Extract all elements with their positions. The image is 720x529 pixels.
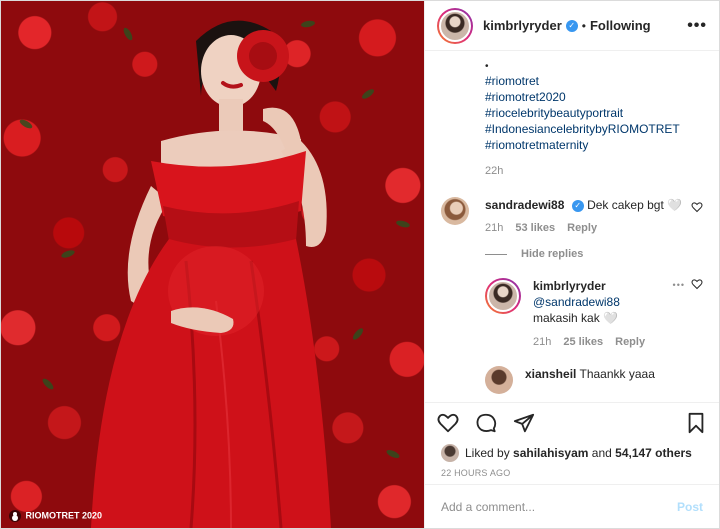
comment-likes[interactable]: 53 likes: [515, 222, 555, 234]
author-username[interactable]: kimbrlyryder: [483, 18, 562, 33]
reply-time: 21h: [533, 336, 552, 348]
likes-summary: Liked by sahilahisyam and 54,147 others: [425, 442, 719, 462]
reply-author-avatar[interactable]: [485, 366, 513, 394]
post-timestamp[interactable]: 22 HOURS AGO: [425, 462, 719, 484]
likes-prefix: Liked by: [465, 446, 510, 460]
photo-watermark: RIOMOTRET 2020: [9, 510, 102, 522]
comment-time: 21h: [485, 222, 504, 234]
comment-bubble-icon[interactable]: [473, 410, 499, 436]
reply-button[interactable]: Reply: [615, 336, 645, 348]
reply-likes[interactable]: 25 likes: [563, 336, 603, 348]
comment-username[interactable]: sandradewi88: [485, 198, 564, 212]
reply-item: kimbrlyryder @sandradewi88 makasih kak 🤍…: [485, 278, 703, 348]
header-separator: •: [581, 18, 586, 33]
liker-avatar[interactable]: [441, 444, 459, 462]
commenter-avatar[interactable]: [441, 197, 469, 225]
reply-username[interactable]: kimbrlyryder: [533, 279, 606, 293]
hashtag-link[interactable]: #riomotret2020: [485, 89, 703, 105]
comment-item: sandradewi88 ✓ Dek cakep bgt 🤍 21h 53 li…: [441, 197, 703, 234]
author-avatar[interactable]: [437, 7, 473, 44]
share-paper-plane-icon[interactable]: [511, 410, 537, 436]
save-bookmark-icon[interactable]: [683, 410, 709, 436]
more-options-icon[interactable]: •••: [687, 17, 707, 35]
hashtag-link[interactable]: #riomotret: [485, 73, 703, 89]
caption-timestamp: 22h: [485, 165, 504, 177]
reply-text: Thaankk yaaa: [579, 367, 655, 381]
likes-count[interactable]: 54,147 others: [615, 446, 692, 460]
reply-item: xiansheil Thaankk yaaa: [485, 366, 703, 394]
liker-username[interactable]: sahilahisyam: [513, 446, 588, 460]
likes-middle: and: [591, 446, 612, 460]
comments-list[interactable]: • #riomotret #riomotret2020 #riocelebrit…: [425, 51, 719, 402]
hashtag-link[interactable]: #IndonesiancelebritybyRIOMOTRET: [485, 121, 703, 137]
post-details-panel: kimbrlyryder ✓ • Following ••• • #riomot…: [424, 1, 719, 528]
like-reply-heart-icon[interactable]: [691, 278, 703, 290]
add-comment-input[interactable]: [441, 499, 677, 514]
photo-watermark-text: RIOMOTRET 2020: [25, 510, 103, 521]
post-header: kimbrlyryder ✓ • Following •••: [425, 1, 719, 51]
post-caption: • #riomotret #riomotret2020 #riocelebrit…: [441, 59, 703, 153]
post-viewer: RIOMOTRET 2020 kimbrlyryder ✓ • Followin…: [0, 0, 720, 529]
hashtag-link[interactable]: #riomotretmaternity: [485, 137, 703, 153]
post-comment-button[interactable]: Post: [677, 500, 703, 514]
hide-replies-toggle[interactable]: Hide replies: [485, 248, 703, 260]
model-figure: [91, 20, 331, 528]
reply-username[interactable]: xiansheil: [525, 367, 576, 381]
comment-text: Dek cakep bgt 🤍: [587, 198, 683, 212]
user-tag-icon[interactable]: [9, 510, 21, 522]
add-comment-bar: Post: [425, 484, 719, 528]
post-actions: [425, 402, 719, 442]
following-button[interactable]: Following: [590, 18, 651, 33]
like-comment-heart-icon[interactable]: [691, 201, 703, 213]
caption-bullet: •: [485, 61, 489, 72]
hide-replies-label: Hide replies: [521, 248, 584, 260]
verified-badge-icon: ✓: [571, 199, 584, 212]
mention-link[interactable]: @sandradewi88: [533, 295, 620, 309]
like-heart-icon[interactable]: [435, 410, 461, 436]
reply-button[interactable]: Reply: [567, 222, 597, 234]
verified-badge-icon: ✓: [565, 19, 578, 32]
reply-author-avatar[interactable]: [485, 278, 521, 314]
reply-text: makasih kak 🤍: [533, 311, 618, 325]
hashtag-link[interactable]: #riocelebritybeautyportrait: [485, 105, 703, 121]
reply-more-icon[interactable]: •••: [673, 280, 685, 290]
post-photo[interactable]: RIOMOTRET 2020: [1, 1, 424, 528]
